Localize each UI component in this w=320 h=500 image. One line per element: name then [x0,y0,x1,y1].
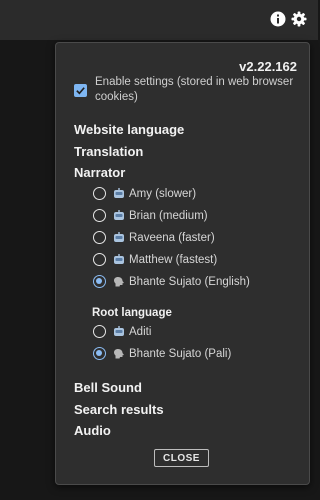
section-website-language[interactable]: Website language [74,122,184,137]
radio-button[interactable] [93,209,106,222]
root-language-title: Root language [92,307,172,319]
narrator-option-label: Bhante Sujato (English) [129,275,250,288]
narrator-option-label: Raveena (faster) [129,231,215,244]
narrator-option-matthew[interactable]: Matthew (fastest) [93,253,217,266]
robot-icon [114,210,124,220]
enable-settings-checkbox[interactable] [74,84,87,97]
robot-icon [114,254,124,264]
root-language-option-label: Bhante Sujato (Pali) [129,347,232,360]
narrator-option-raveena[interactable]: Raveena (faster) [93,231,215,244]
section-audio[interactable]: Audio [74,423,111,438]
section-narrator[interactable]: Narrator [74,165,125,180]
radio-button[interactable] [93,231,106,244]
robot-icon [114,232,124,242]
narrator-option-bhante-sujato-english[interactable]: Bhante Sujato (English) [93,275,250,288]
radio-button[interactable] [93,187,106,200]
section-search-results[interactable]: Search results [74,402,164,417]
radio-button[interactable] [93,325,106,338]
robot-icon [114,326,124,336]
robot-icon [114,188,124,198]
narrator-option-label: Matthew (fastest) [129,253,218,266]
top-icons [270,11,307,27]
radio-button-selected[interactable] [93,347,106,360]
narrator-option-label: Amy (slower) [129,187,197,200]
section-translation[interactable]: Translation [74,144,143,159]
speaking-head-icon [114,349,124,359]
narrator-option-amy[interactable]: Amy (slower) [93,187,196,200]
radio-button-selected[interactable] [93,275,106,288]
gear-icon[interactable] [291,11,307,27]
radio-button[interactable] [93,253,106,266]
checkmark-icon [76,87,85,95]
section-bell-sound[interactable]: Bell Sound [74,380,142,395]
root-language-option-bhante-sujato-pali[interactable]: Bhante Sujato (Pali) [93,347,231,360]
narrator-option-label: Brian (medium) [129,209,208,222]
settings-panel: v2.22.162 Enable settings (stored in web… [55,42,310,485]
info-circle-icon[interactable] [270,11,286,27]
root-language-option-label: Aditi [129,325,152,338]
version-label: v2.22.162 [239,59,297,74]
enable-settings-row[interactable]: Enable settings (stored in web browser c… [74,75,299,105]
enable-settings-label: Enable settings (stored in web browser c… [95,76,294,103]
narrator-option-brian[interactable]: Brian (medium) [93,209,208,222]
top-bar [0,0,318,40]
speaking-head-icon [114,277,124,287]
root-language-option-aditi[interactable]: Aditi [93,325,151,338]
close-button[interactable]: CLOSE [154,449,209,467]
